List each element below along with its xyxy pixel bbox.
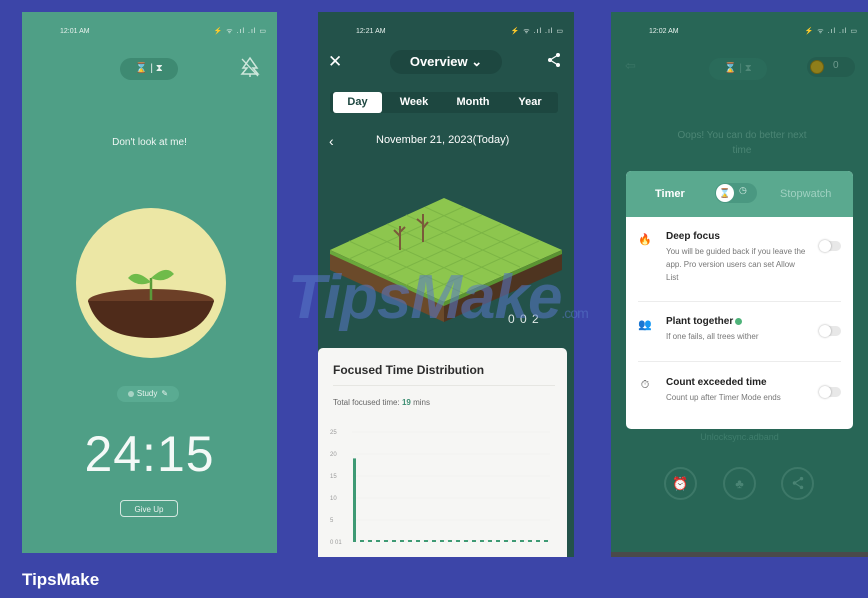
date-label: November 21, 2023(Today)	[376, 134, 510, 146]
status-icons: ⚡ ᯤ .ıl .ıl ▭	[510, 28, 564, 35]
divider	[638, 361, 841, 362]
count-exceeded-switch[interactable]	[819, 386, 841, 398]
total-unit: mins	[413, 398, 430, 407]
tab-day[interactable]: Day	[333, 92, 382, 113]
share-icon	[792, 476, 803, 490]
focused-time-card: Focused Time Distribution Total focused …	[318, 348, 567, 557]
deep-focus-switch[interactable]	[819, 240, 841, 252]
nav-strip	[611, 552, 868, 557]
bar	[353, 458, 356, 542]
tag-label: Study	[136, 389, 158, 398]
option-count-exceeded: ⏱ Count exceeded time Count up after Tim…	[626, 377, 853, 423]
watermark-logo: TipsMake.com	[288, 262, 589, 333]
status-bar: 12:01 AM ⚡ ᯤ .ıl .ıl ▭	[22, 26, 277, 40]
option-deep-focus: 🔥 Deep focus You will be guided back if …	[626, 231, 853, 293]
distribution-chart: 25 20 15 10 5 0 01	[330, 430, 550, 546]
status-time: 12:01 AM	[60, 28, 90, 35]
coin-count: 0	[833, 60, 839, 71]
screenshot-frame: 12:01 AM ⚡ ᯤ .ıl .ıl ▭ ⌛ | ⧗ Don't look …	[0, 0, 868, 598]
status-time: 12:21 AM	[356, 28, 386, 35]
y-tick-label: 15	[330, 474, 337, 480]
hourglass-icon: ⌛	[716, 184, 734, 202]
coin-counter[interactable]: 0	[807, 57, 855, 77]
tree-icon[interactable]	[240, 56, 260, 78]
stopwatch-small-icon: ◷	[739, 185, 747, 195]
y-tick-label: 5	[330, 518, 334, 524]
status-icons: ⚡ ᯤ .ıl .ıl ▭	[804, 28, 858, 35]
brand-label: TipsMake	[22, 570, 100, 589]
total-focused-time: Total focused time: 19 mins	[333, 398, 430, 407]
stopwatch-mode-label[interactable]: Stopwatch	[780, 188, 831, 200]
timer-settings-screen: 12:02 AM ⚡ ᯤ .ıl .ıl ▭ ⇦ ⌛ | ⧗ 0 Oops! Y…	[611, 12, 868, 557]
total-label: Total focused time:	[333, 398, 400, 407]
back-icon[interactable]: ⇦	[625, 58, 636, 74]
mode-header: Timer ⌛ ◷ Stopwatch	[626, 171, 853, 217]
overview-dropdown[interactable]: Overview ⌄	[390, 50, 502, 74]
tag-button[interactable]: Study ✎	[117, 386, 179, 402]
y-tick-label: 20	[330, 452, 337, 458]
divider	[638, 301, 841, 302]
option-title-text: Plant together	[666, 316, 734, 327]
previous-day-icon[interactable]: ‹	[329, 133, 334, 149]
mode-toggle[interactable]: ⌛ | ⧗	[709, 58, 767, 80]
flame-icon: 🔥	[638, 234, 652, 246]
option-desc: Count up after Timer Mode ends	[666, 393, 781, 402]
card-divider	[333, 385, 555, 386]
share-button[interactable]	[781, 467, 814, 500]
period-tabs: Day Week Month Year	[330, 92, 558, 113]
pencil-icon: ✎	[161, 389, 169, 398]
coin-icon	[810, 60, 824, 74]
option-title: Count exceeded time	[666, 377, 767, 388]
tab-month[interactable]: Month	[444, 92, 502, 113]
result-message: Oops! You can do better next time	[677, 130, 807, 156]
total-value: 19	[401, 398, 411, 407]
y-tick-label: 0 01	[330, 540, 342, 546]
plant-together-switch[interactable]	[819, 325, 841, 337]
timer-screen: 12:01 AM ⚡ ᯤ .ıl .ıl ▭ ⌛ | ⧗ Don't look …	[22, 12, 277, 553]
tab-year[interactable]: Year	[505, 92, 555, 113]
forest-button[interactable]: ♣	[723, 467, 756, 500]
mode-toggle[interactable]: ⌛ | ⧗	[120, 58, 178, 80]
status-bar: 12:21 AM ⚡ ᯤ .ıl .ıl ▭	[318, 26, 574, 40]
timer-mode-label[interactable]: Timer	[655, 188, 685, 200]
y-tick-label: 25	[330, 430, 337, 436]
option-desc: If one fails, all trees wither	[666, 332, 759, 341]
give-up-button[interactable]: Give Up	[120, 500, 178, 517]
y-tick-label: 10	[330, 496, 337, 502]
watermark-suffix: .com	[561, 305, 588, 321]
watermark-text: TipsMake	[288, 263, 562, 332]
card-title: Focused Time Distribution	[333, 363, 485, 377]
tab-week[interactable]: Week	[387, 92, 441, 113]
people-icon: 👥	[638, 319, 652, 331]
motivation-message: Don't look at me!	[112, 137, 187, 148]
hashtag-text: Unlocksync.adband	[700, 432, 779, 442]
countdown-timer: 24:15	[84, 426, 215, 482]
option-title: Plant together	[666, 316, 743, 327]
timer-mode-card: Timer ⌛ ◷ Stopwatch 🔥 Deep focus You wil…	[626, 171, 853, 429]
option-plant-together: 👥 Plant together If one fails, all trees…	[626, 316, 853, 356]
timer-stopwatch-toggle[interactable]: ⌛ ◷	[715, 183, 757, 203]
close-icon[interactable]: ✕	[328, 52, 342, 72]
option-desc: You will be guided back if you leave the…	[666, 247, 806, 282]
status-time: 12:02 AM	[649, 28, 679, 35]
alarm-clock-button[interactable]: ⏰	[664, 467, 697, 500]
verified-icon	[735, 317, 743, 325]
status-bar: 12:02 AM ⚡ ᯤ .ıl .ıl ▭	[611, 26, 868, 40]
option-title: Deep focus	[666, 231, 720, 242]
tag-dot-icon	[127, 390, 134, 397]
status-icons: ⚡ ᯤ .ıl .ıl ▭	[213, 28, 267, 35]
plant-circle	[76, 208, 226, 358]
share-icon[interactable]	[546, 52, 562, 68]
stopwatch-icon: ⏱	[640, 379, 650, 391]
